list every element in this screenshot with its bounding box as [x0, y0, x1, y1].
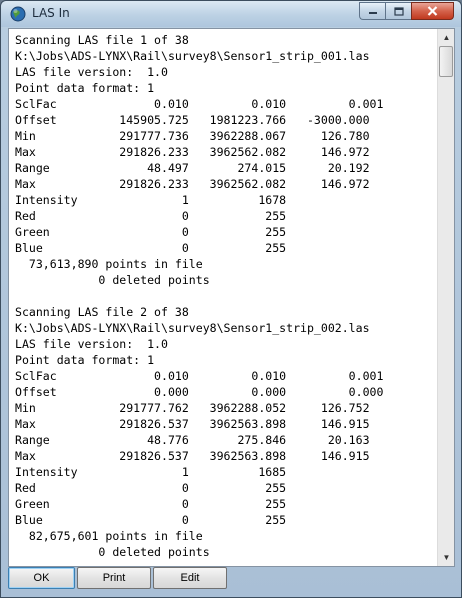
output-line: K:\Jobs\ADS-LYNX\Rail\survey8\Sensor1_st…: [15, 49, 370, 63]
caption-buttons: [359, 2, 454, 21]
output-line: 82,675,601 points in file: [15, 529, 203, 543]
output-line: Point data format: 1: [15, 353, 155, 367]
minimize-button[interactable]: [359, 2, 385, 20]
globe-icon: [10, 6, 26, 22]
output-line: Red 0 255: [15, 481, 287, 495]
output-line: Intensity 1 1678: [15, 193, 287, 207]
output-line: Offset 0.000 0.000 0.000: [15, 385, 384, 399]
output-line: Max 291826.537 3962563.898 146.915: [15, 417, 370, 431]
print-button[interactable]: Print: [77, 567, 151, 589]
output-line: Offset 145905.725 1981223.766 -3000.000: [15, 113, 370, 127]
output-line: Scanning LAS file 2 of 38: [15, 305, 189, 319]
output-line: K:\Jobs\ADS-LYNX\Rail\survey8\Sensor1_st…: [15, 321, 370, 335]
output-panel: Scanning LAS file 1 of 38 K:\Jobs\ADS-LYN…: [8, 28, 455, 567]
output-lines: Scanning LAS file 1 of 38 K:\Jobs\ADS-LYN…: [9, 29, 437, 560]
output-line: Blue 0 255: [15, 513, 287, 527]
output-line: Point data format: 1: [15, 81, 155, 95]
close-button[interactable]: [411, 2, 454, 20]
output-line: 73,613,890 points in file: [15, 257, 203, 271]
output-text-area[interactable]: Scanning LAS file 1 of 38 K:\Jobs\ADS-LYN…: [9, 29, 437, 566]
ok-button[interactable]: OK: [8, 567, 75, 589]
output-line: Min 291777.762 3962288.052 126.752: [15, 401, 370, 415]
output-line: SclFac 0.010 0.010 0.001: [15, 369, 384, 383]
edit-button[interactable]: Edit: [153, 567, 227, 589]
title-bar[interactable]: LAS In: [1, 1, 461, 27]
minimize-icon: [368, 12, 377, 14]
output-line: Scanning LAS file 1 of 38: [15, 33, 189, 47]
arrow-down-icon: ▼: [442, 553, 451, 562]
output-line: 0 deleted points: [15, 545, 210, 559]
output-line: Range 48.497 274.015 20.192: [15, 161, 370, 175]
las-in-window: LAS In Scanning LAS file 1 of 38 K:\Jobs…: [0, 0, 462, 598]
maximize-icon: [393, 6, 404, 16]
output-line: Green 0 255: [15, 225, 287, 239]
output-line: 0 deleted points: [15, 273, 210, 287]
scroll-up-button[interactable]: ▲: [439, 30, 454, 45]
close-icon: [427, 6, 438, 16]
arrow-up-icon: ▲: [442, 33, 451, 42]
maximize-button[interactable]: [385, 2, 411, 20]
vertical-scrollbar[interactable]: ▲ ▼: [437, 29, 454, 566]
output-line: Red 0 255: [15, 209, 287, 223]
output-line: Max 291826.537 3962563.898 146.915: [15, 449, 370, 463]
output-line: LAS file version: 1.0: [15, 65, 168, 79]
output-line: Min 291777.736 3962288.067 126.780: [15, 129, 370, 143]
output-line: Green 0 255: [15, 497, 287, 511]
output-line: Intensity 1 1685: [15, 465, 287, 479]
output-line: SclFac 0.010 0.010 0.001: [15, 97, 384, 111]
output-line: Max 291826.233 3962562.082 146.972: [15, 145, 370, 159]
scrollbar-thumb[interactable]: [439, 46, 453, 77]
button-bar: OK Print Edit: [8, 567, 229, 591]
scroll-down-button[interactable]: ▼: [439, 550, 454, 565]
output-line: LAS file version: 1.0: [15, 337, 168, 351]
output-line: Blue 0 255: [15, 241, 287, 255]
window-title: LAS In: [32, 6, 70, 20]
output-line: Max 291826.233 3962562.082 146.972: [15, 177, 370, 191]
output-line: Range 48.776 275.846 20.163: [15, 433, 370, 447]
